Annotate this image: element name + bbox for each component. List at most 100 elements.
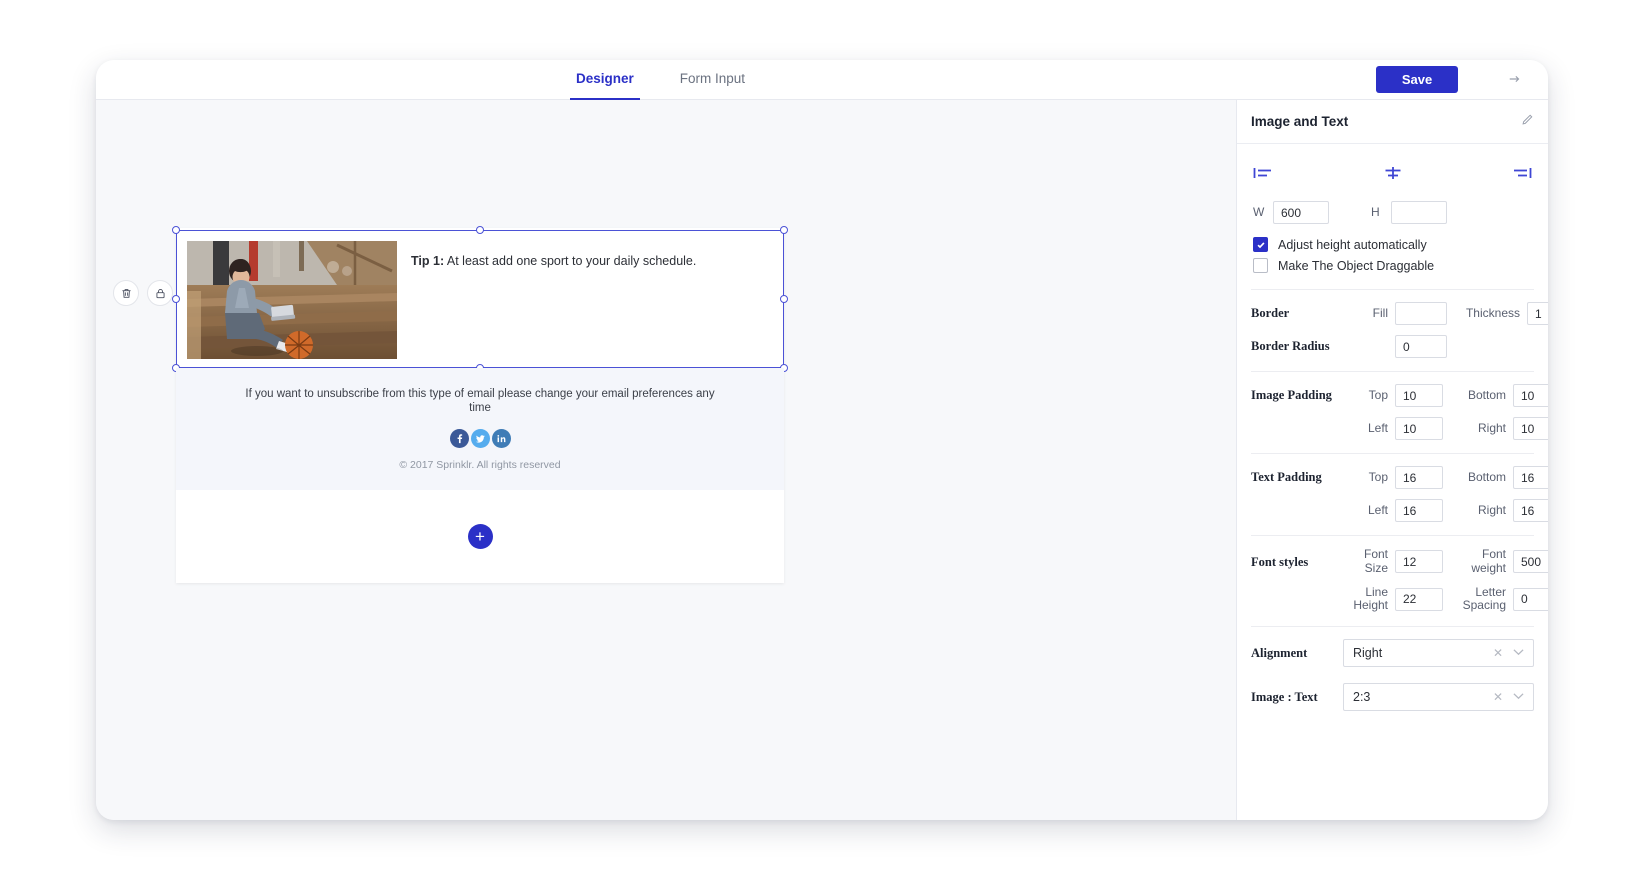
divider-5 <box>1251 626 1534 628</box>
line-height-label: Line Height <box>1353 584 1388 613</box>
border-fill-input[interactable] <box>1395 302 1447 325</box>
text-padding-label: Text Padding <box>1251 470 1322 485</box>
resize-handle-top-center[interactable] <box>476 226 484 234</box>
image-padding-top-bottom: Top Bottom <box>1343 384 1548 407</box>
text-padding-right-label: Right <box>1477 502 1506 517</box>
edit-pencil-icon[interactable] <box>1521 113 1534 131</box>
font-size-input[interactable] <box>1395 550 1443 574</box>
align-left-icon[interactable] <box>1253 166 1275 185</box>
font-weight-label: Font weight <box>1471 547 1506 575</box>
block-image[interactable] <box>187 241 397 359</box>
tab-form-input[interactable]: Form Input <box>674 60 751 100</box>
line-height-input[interactable] <box>1395 587 1443 611</box>
draggable-label: Make The Object Draggable <box>1278 258 1435 273</box>
social-icons-row <box>176 428 784 448</box>
resize-handle-top-right[interactable] <box>780 226 788 234</box>
image-padding-right-input[interactable] <box>1513 417 1548 440</box>
image-padding-label: Image Padding <box>1251 388 1332 403</box>
alignment-chevron-down-icon[interactable] <box>1513 648 1524 659</box>
text-padding-left-right: Left Right <box>1343 499 1548 522</box>
border-thickness-input[interactable] <box>1527 302 1548 325</box>
text-padding-left-input[interactable] <box>1395 499 1443 522</box>
panel-body: W H Adjust height automatically Make The… <box>1237 144 1548 820</box>
image-padding-bottom-label: Bottom <box>1467 387 1506 402</box>
selected-block-image-and-text[interactable]: Tip 1: At least add one sport to your da… <box>172 226 788 372</box>
tab-designer-label: Designer <box>576 71 634 86</box>
image-padding-top-input[interactable] <box>1395 384 1443 407</box>
height-label: H <box>1371 204 1380 219</box>
line-height-letter-spacing: Line Height Letter Spacing <box>1343 584 1548 614</box>
font-size-label: Font Size <box>1363 547 1388 575</box>
resize-handle-top-left[interactable] <box>172 226 180 234</box>
tip-prefix: Tip 1: <box>411 254 445 268</box>
height-input[interactable] <box>1391 201 1447 224</box>
block-actions <box>113 280 173 306</box>
text-padding-row-1: Text Padding Top Bottom <box>1251 466 1548 489</box>
border-radius-label: Border Radius <box>1251 339 1330 354</box>
font-weight-input[interactable] <box>1513 550 1548 574</box>
letter-spacing-input[interactable] <box>1513 587 1548 611</box>
border-radius-pair <box>1343 335 1534 358</box>
text-padding-top-label: Top <box>1368 469 1388 484</box>
width-input[interactable] <box>1273 201 1329 224</box>
border-fill-label: Fill <box>1372 305 1388 320</box>
font-styles-row-1: Font styles Font Size Font weight <box>1251 547 1548 576</box>
image-padding-row-2: Left Right <box>1251 417 1548 440</box>
block-content: Tip 1: At least add one sport to your da… <box>177 231 783 367</box>
image-text-ratio-value: 2:3 <box>1353 690 1371 705</box>
design-canvas[interactable]: 600 * 370 <box>96 100 1236 820</box>
divider-4 <box>1251 535 1534 536</box>
image-text-ratio-select[interactable]: 2:3 ✕ <box>1343 683 1534 712</box>
add-block-button[interactable]: + <box>467 524 493 549</box>
image-padding-bottom-input[interactable] <box>1513 384 1548 407</box>
image-padding-top-label: Top <box>1368 387 1388 402</box>
align-right-icon[interactable] <box>1510 166 1532 185</box>
image-padding-left-right: Left Right <box>1343 417 1548 440</box>
draggable-checkbox[interactable] <box>1253 258 1268 273</box>
lock-icon[interactable] <box>147 280 173 306</box>
adjust-height-checkbox[interactable] <box>1253 237 1268 252</box>
text-padding-bottom-input[interactable] <box>1513 466 1548 489</box>
collapse-icon[interactable] <box>1508 72 1524 88</box>
size-row: W H <box>1251 201 1534 234</box>
unsubscribe-text: If you want to unsubscribe from this typ… <box>245 388 715 415</box>
email-footer-block[interactable]: If you want to unsubscribe from this typ… <box>176 368 784 490</box>
app-root: Designer Form Input Save Tip 1: At least… <box>0 0 1634 874</box>
linkedin-icon[interactable] <box>491 428 511 448</box>
alignment-select[interactable]: Right ✕ <box>1343 639 1534 668</box>
font-styles-label: Font styles <box>1251 554 1309 569</box>
top-bar: Designer Form Input Save <box>96 60 1548 100</box>
text-padding-right-input[interactable] <box>1513 499 1548 522</box>
border-row: Border Fill Thickness <box>1251 302 1548 325</box>
delete-icon[interactable] <box>113 280 139 306</box>
app-window: Designer Form Input Save Tip 1: At least… <box>96 60 1548 820</box>
alignment-row: Alignment Right ✕ <box>1251 639 1534 668</box>
resize-handle-middle-left[interactable] <box>172 295 180 303</box>
image-padding-left-input[interactable] <box>1395 417 1443 440</box>
image-text-ratio-clear-icon[interactable]: ✕ <box>1493 690 1503 704</box>
adjust-height-label: Adjust height automatically <box>1278 237 1427 252</box>
border-fill-pair: Fill Thickness <box>1343 302 1548 325</box>
align-center-icon[interactable] <box>1382 166 1404 185</box>
tab-designer[interactable]: Designer <box>570 60 640 100</box>
font-styles-row-2: Line Height Letter Spacing <box>1251 585 1548 614</box>
text-padding-top-input[interactable] <box>1395 466 1443 489</box>
border-radius-input[interactable] <box>1395 335 1447 358</box>
text-padding-top-bottom: Top Bottom <box>1343 466 1548 489</box>
tab-bar: Designer Form Input <box>570 60 751 100</box>
border-section-label: Border <box>1251 306 1290 321</box>
add-block-row: + <box>176 490 784 583</box>
panel-title: Image and Text <box>1251 114 1349 129</box>
save-button[interactable]: Save <box>1376 66 1458 93</box>
alignment-clear-icon[interactable]: ✕ <box>1493 646 1503 660</box>
alignment-value: Right <box>1353 646 1383 661</box>
divider-1 <box>1251 289 1534 290</box>
block-text[interactable]: Tip 1: At least add one sport to your da… <box>411 241 773 271</box>
draggable-row: Make The Object Draggable <box>1251 255 1534 276</box>
width-label: W <box>1253 204 1265 219</box>
letter-spacing-label: Letter Spacing <box>1462 584 1506 613</box>
image-text-ratio-chevron-down-icon[interactable] <box>1513 692 1524 703</box>
resize-handle-middle-right[interactable] <box>780 295 788 303</box>
twitter-icon[interactable] <box>470 428 490 448</box>
facebook-icon[interactable] <box>449 428 469 448</box>
